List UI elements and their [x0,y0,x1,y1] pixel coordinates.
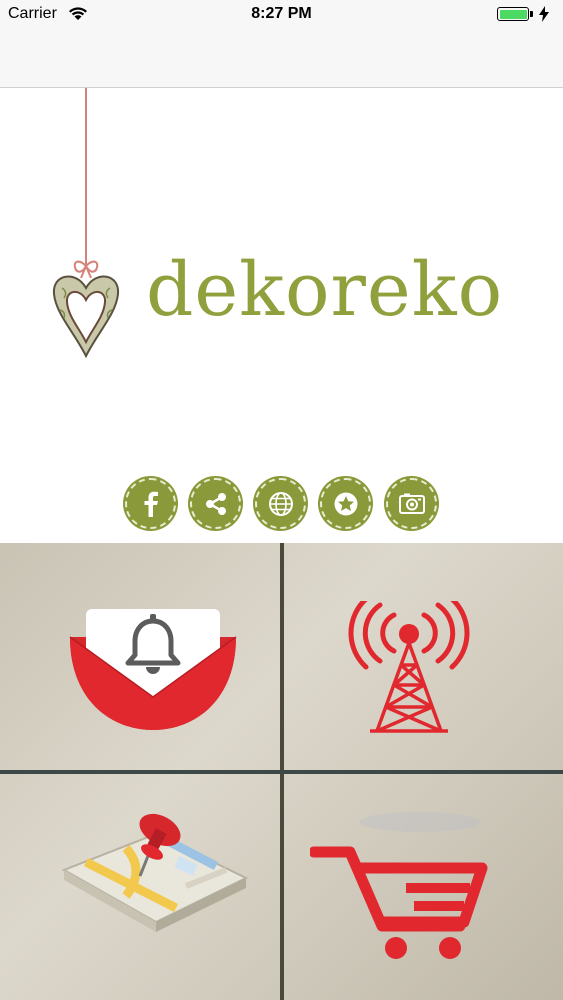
grid-divider-horizontal [0,770,563,774]
hanging-heart-icon [52,88,120,359]
feature-grid [0,543,563,1000]
gallery-button[interactable] [386,478,437,529]
website-button[interactable] [255,478,306,529]
location-map-tile[interactable] [0,774,280,1000]
facebook-button[interactable] [125,478,176,529]
live-radio-tile[interactable] [284,543,563,770]
social-links [0,478,563,532]
facebook-icon [144,491,158,517]
share-icon [205,492,226,515]
camera-icon [398,493,425,514]
radio-tower-icon [348,601,470,733]
share-button[interactable] [190,478,241,529]
navigation-bar [0,30,563,88]
charging-icon [539,6,549,22]
shop-tile[interactable] [284,774,563,1000]
battery-icon [497,7,533,21]
notifications-tile[interactable] [0,543,280,770]
globe-icon [268,491,293,516]
favorites-button[interactable] [320,478,371,529]
status-bar: Carrier 8:27 PM [0,0,563,30]
map-pin-icon [61,813,249,932]
notification-envelope-icon [69,609,237,730]
star-icon [334,492,357,515]
shopping-cart-icon [310,812,488,959]
clock: 8:27 PM [251,5,312,22]
brand-wordmark: dekoreko [146,247,504,333]
